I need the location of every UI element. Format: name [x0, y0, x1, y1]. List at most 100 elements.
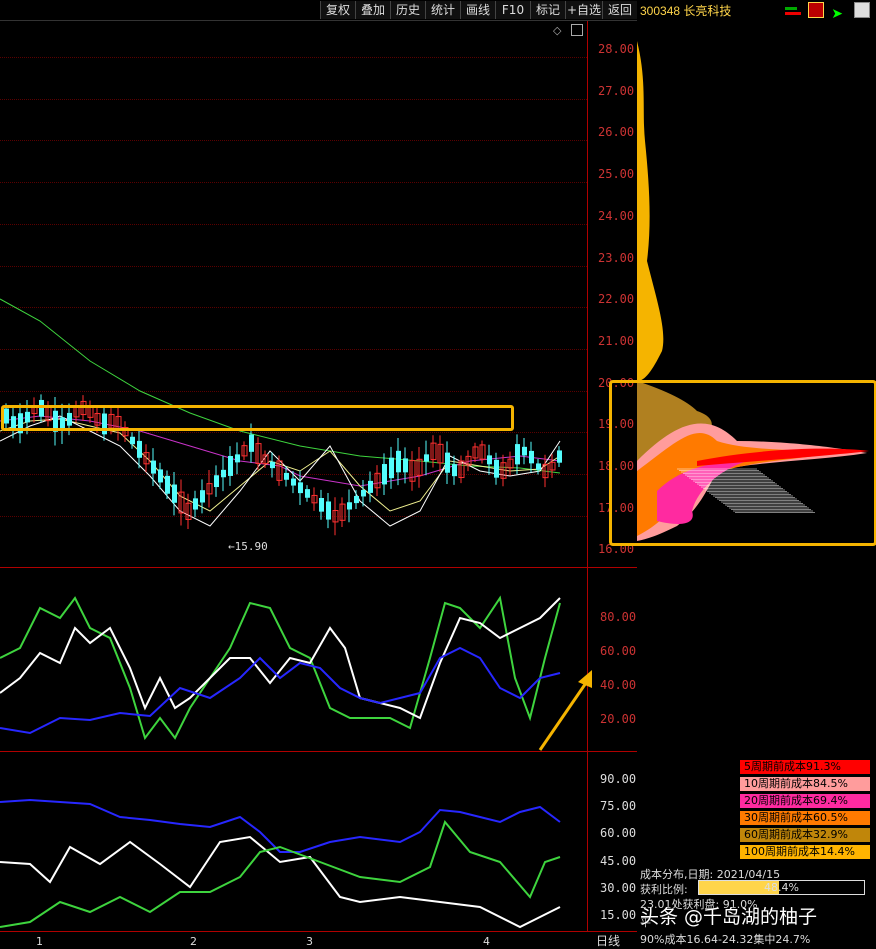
candle-body — [452, 464, 457, 477]
candle-body — [536, 463, 541, 470]
candle-body — [557, 450, 562, 463]
ind2-tick: 30.00 — [600, 880, 637, 895]
pane-separator-3 — [0, 931, 637, 932]
candle-body — [165, 475, 170, 494]
ind2-white-line — [0, 835, 561, 929]
candle-body — [354, 495, 359, 504]
candle-body — [270, 461, 275, 469]
legend-item: 5周期前成本91.3% — [740, 760, 870, 774]
add-watchlist-button[interactable]: +自选 — [565, 1, 602, 19]
price-tick: 23.00 — [598, 250, 635, 265]
overlay-button[interactable]: 叠加 — [355, 1, 390, 19]
candle-body — [403, 458, 408, 473]
indicator-pane-1[interactable] — [0, 568, 587, 751]
header-icons: ➤ — [785, 2, 872, 22]
candle-body — [130, 436, 135, 445]
candle-body — [151, 460, 156, 474]
price-tick: 25.00 — [598, 167, 635, 182]
ma-short-line — [0, 418, 561, 512]
candle-body — [389, 457, 394, 479]
ind1-tick: 80.00 — [600, 610, 637, 624]
candle-body — [424, 454, 429, 462]
candle-body — [529, 450, 534, 464]
candle-body — [235, 454, 240, 463]
right-axis-line — [587, 21, 588, 931]
day-period-tab[interactable]: 日线 — [596, 932, 620, 949]
candle-body — [368, 480, 373, 493]
candle-body — [522, 446, 527, 456]
candle-body — [158, 469, 163, 483]
ind2-tick: 45.00 — [600, 853, 637, 868]
price-tick: 21.00 — [598, 333, 635, 348]
candle-body — [200, 490, 205, 503]
price-tick: 22.00 — [598, 292, 635, 307]
bars-icon[interactable] — [785, 2, 801, 18]
highlight-box-price — [1, 405, 514, 431]
price-tick: 28.00 — [598, 42, 635, 56]
legend-item: 30周期前成本60.5% — [740, 811, 870, 825]
candle-body — [249, 434, 254, 452]
ind2-tick: 90.00 — [600, 772, 637, 786]
ind2-tick: 75.00 — [600, 799, 637, 814]
draw-line-button[interactable]: 画线 — [460, 1, 495, 19]
candle-body — [228, 455, 233, 476]
legend-item: 60周期前成本32.9% — [740, 828, 870, 842]
f10-button[interactable]: F10 — [495, 1, 530, 19]
indicator-pane-2[interactable] — [0, 752, 587, 931]
legend-item: 100周期前成本14.4% — [740, 845, 870, 859]
highlight-box-chip — [609, 380, 876, 546]
x-label-3: 3 — [306, 935, 313, 948]
ind1-green-line — [0, 595, 561, 741]
low-price-marker: ←15.90 — [228, 540, 268, 553]
candle-body — [305, 489, 310, 498]
candle-body — [172, 484, 177, 503]
candle-body — [326, 501, 331, 520]
toolbar: 复权 叠加 历史 统计 画线 F10 标记 +自选 返回 — [0, 0, 637, 21]
legend-item: 10周期前成本84.5% — [740, 777, 870, 791]
play-icon[interactable] — [808, 2, 825, 18]
price-tick: 26.00 — [598, 125, 635, 140]
ind2-blue-line — [0, 798, 561, 853]
legend-item: 20周期前成本69.4% — [740, 794, 870, 808]
price-tick: 27.00 — [598, 83, 635, 98]
price-tick: 24.00 — [598, 208, 635, 223]
x-label-4: 4 — [483, 935, 490, 948]
candle-body — [515, 444, 520, 465]
profit-progress: 48.4% — [698, 880, 865, 895]
candlestick-chart[interactable] — [0, 21, 587, 567]
ind2-tick: 15.00 — [600, 908, 637, 922]
fuquan-button[interactable]: 复权 — [320, 1, 355, 19]
candle-body — [137, 440, 142, 458]
candle-body — [487, 455, 492, 465]
candle-body — [214, 475, 219, 488]
x-label-2: 2 — [190, 935, 197, 948]
candle-body — [319, 498, 324, 512]
x-label-1: 1 — [36, 935, 43, 948]
candle-body — [284, 472, 289, 480]
watermark: 头条 @千岛湖的柚子 — [640, 906, 818, 928]
stock-title: 300348 长亮科技 — [640, 4, 732, 18]
candle-body — [382, 464, 387, 485]
stats-button[interactable]: 统计 — [425, 1, 460, 19]
profit-value: 48.4% — [764, 881, 799, 894]
chip-yellow-area — [637, 41, 664, 381]
profit-label: 获利比例: — [640, 883, 688, 896]
arrow-icon[interactable]: ➤ — [831, 6, 847, 22]
back-button[interactable]: 返回 — [602, 1, 637, 19]
mark-button[interactable]: 标记 — [530, 1, 565, 19]
candle-body — [221, 469, 226, 478]
candle-body — [291, 478, 296, 486]
ind1-tick: 60.00 — [600, 644, 637, 658]
history-button[interactable]: 历史 — [390, 1, 425, 19]
chart-icon[interactable] — [854, 2, 871, 18]
ind2-tick: 60.00 — [600, 826, 637, 841]
annotation-arrow — [538, 670, 592, 751]
candle-body — [298, 482, 303, 494]
concentration-line: 90%成本16.64-24.32集中24.7% — [640, 933, 811, 946]
ind1-blue-line — [0, 646, 561, 735]
candle-body — [361, 489, 366, 497]
ind2-green-line — [0, 819, 561, 928]
ma-fast-line — [0, 415, 561, 527]
candle-body — [193, 498, 198, 510]
candle-body — [494, 459, 499, 478]
